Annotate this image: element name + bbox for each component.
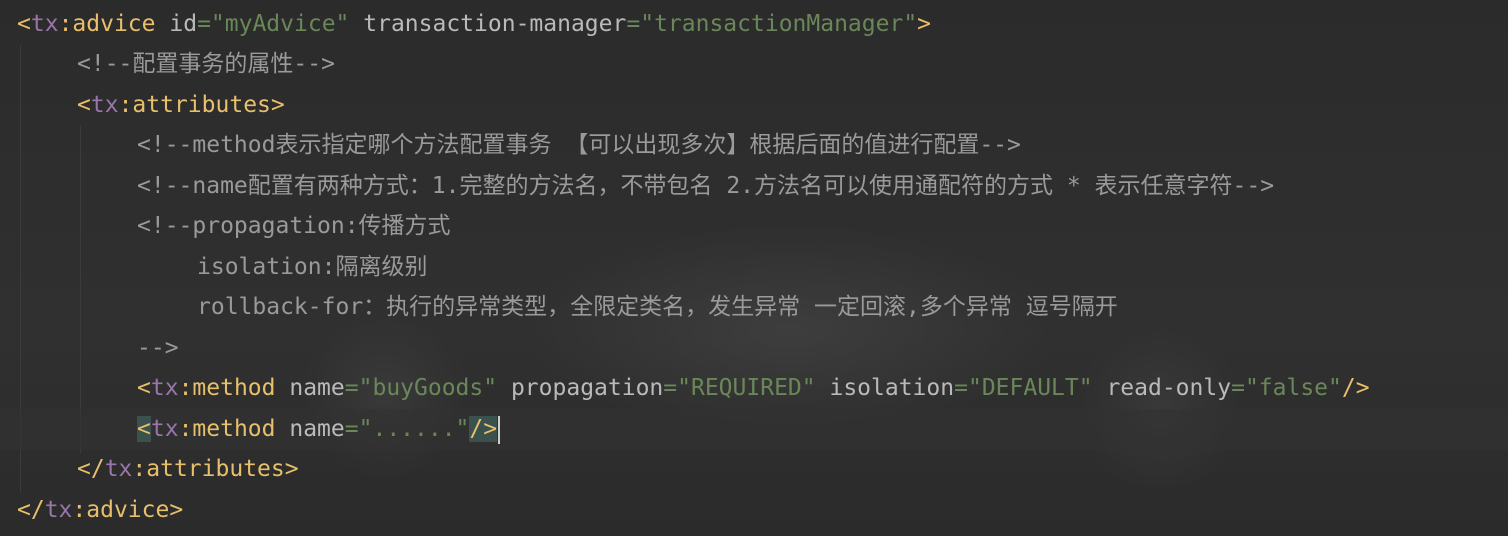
comment: -->	[137, 335, 179, 361]
colon: :	[178, 375, 193, 401]
bracket: />	[1341, 375, 1370, 401]
equals: =	[626, 11, 641, 37]
comment: rollback-for：执行的异常类型，全限定类名，发生异常 一定回滚,多个异…	[197, 294, 1118, 320]
equals: =	[954, 375, 968, 401]
colon: :	[72, 497, 87, 523]
comment: <!--propagation:传播方式	[137, 213, 451, 239]
namespace: tx	[104, 456, 133, 482]
equals: =	[344, 375, 359, 401]
namespace: tx	[44, 497, 73, 523]
attribute-value: "transactionManager"	[640, 11, 918, 37]
bracket: <	[137, 375, 151, 401]
code-line[interactable]: isolation:隔离级别	[197, 247, 427, 287]
code-line[interactable]: rollback-for：执行的异常类型，全限定类名，发生异常 一定回滚,多个异…	[197, 287, 1118, 327]
attribute-name: transaction-manager	[349, 11, 627, 37]
attribute-name: isolation	[815, 375, 955, 401]
bracket: <	[17, 11, 31, 37]
equals: =	[1231, 375, 1245, 401]
attribute-name: name	[275, 416, 345, 442]
namespace: tx	[90, 92, 119, 118]
code-line[interactable]: <tx:advice id="myAdvice" transaction-man…	[17, 4, 931, 44]
bracket: </	[77, 456, 105, 482]
text-caret	[498, 415, 501, 444]
comment: <!--name配置有两种方式：1.完整的方法名，不带包名 2.方法名可以使用通…	[137, 173, 1275, 199]
code-line[interactable]: <tx:method name="buyGoods" propagation="…	[137, 368, 1370, 408]
bracket: </	[17, 497, 45, 523]
attribute-name: propagation	[497, 375, 664, 401]
bracket: >	[917, 11, 932, 37]
bracket: >	[270, 92, 285, 118]
attribute-value: "false"	[1244, 375, 1342, 401]
bracket: >	[284, 456, 299, 482]
comment: isolation:隔离级别	[197, 254, 428, 280]
equals: =	[344, 416, 359, 442]
comment: <!--method表示指定哪个方法配置事务 【可以出现多次】根据后面的值进行配…	[137, 132, 1021, 158]
tag-name: attributes	[146, 456, 285, 482]
comment: <!--配置事务的属性-->	[77, 51, 335, 77]
colon: :	[178, 416, 193, 442]
attribute-name: id	[155, 11, 198, 37]
namespace: tx	[150, 416, 179, 442]
tag-name: method	[192, 416, 276, 442]
code-line[interactable]: -->	[137, 328, 179, 368]
code-line[interactable]: <!--name配置有两种方式：1.完整的方法名，不带包名 2.方法名可以使用通…	[137, 166, 1274, 206]
attribute-value: "DEFAULT"	[967, 375, 1093, 401]
colon: :	[58, 11, 73, 37]
code-line[interactable]: <!--method表示指定哪个方法配置事务 【可以出现多次】根据后面的值进行配…	[137, 125, 1021, 165]
bracket-match-highlight: <	[137, 416, 151, 442]
tag-name: method	[192, 375, 276, 401]
attribute-name: read-only	[1092, 375, 1232, 401]
bracket: <	[77, 92, 91, 118]
code-line[interactable]: <!--propagation:传播方式	[137, 206, 451, 246]
tag-name: attributes	[132, 92, 271, 118]
code-line[interactable]: <tx:attributes>	[77, 85, 285, 125]
colon: :	[132, 456, 147, 482]
attribute-value: "myAdvice"	[210, 11, 350, 37]
attribute-value: "buyGoods"	[358, 375, 498, 401]
code-line[interactable]: </tx:attributes>	[77, 449, 299, 489]
attribute-value: "......"	[358, 416, 470, 442]
code-line[interactable]: </tx:advice>	[17, 490, 183, 530]
tag-name: advice	[72, 11, 156, 37]
code-line[interactable]: <!--配置事务的属性-->	[77, 44, 335, 84]
namespace: tx	[30, 11, 59, 37]
indent-guide	[80, 125, 81, 453]
attribute-name: name	[275, 375, 345, 401]
namespace: tx	[150, 375, 179, 401]
code-editor[interactable]: <tx:advice id="myAdvice" transaction-man…	[0, 0, 1508, 536]
attribute-value: "REQUIRED"	[677, 375, 816, 401]
equals: =	[663, 375, 678, 401]
colon: :	[118, 92, 133, 118]
code-line[interactable]: <tx:method name="......"/>	[137, 409, 501, 449]
tag-name: advice	[86, 497, 170, 523]
bracket: >	[169, 497, 184, 523]
equals: =	[197, 11, 211, 37]
bracket-match-highlight: />	[469, 416, 498, 442]
